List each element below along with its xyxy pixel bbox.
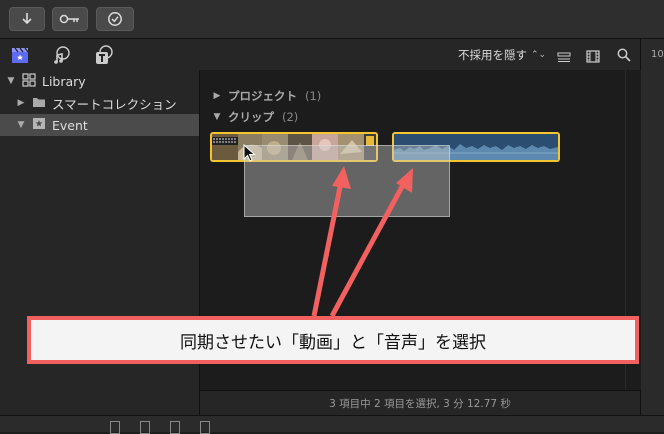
annotation-arrows bbox=[311, 166, 413, 318]
annotation-callout: 同期させたい「動画」と「音声」を選択 bbox=[27, 316, 639, 364]
arrow-to-video bbox=[311, 181, 344, 317]
arrow-to-audio bbox=[329, 181, 407, 318]
arrowhead-video-icon bbox=[332, 166, 351, 189]
annotation-text: 同期させたい「動画」と「音声」を選択 bbox=[180, 332, 486, 353]
